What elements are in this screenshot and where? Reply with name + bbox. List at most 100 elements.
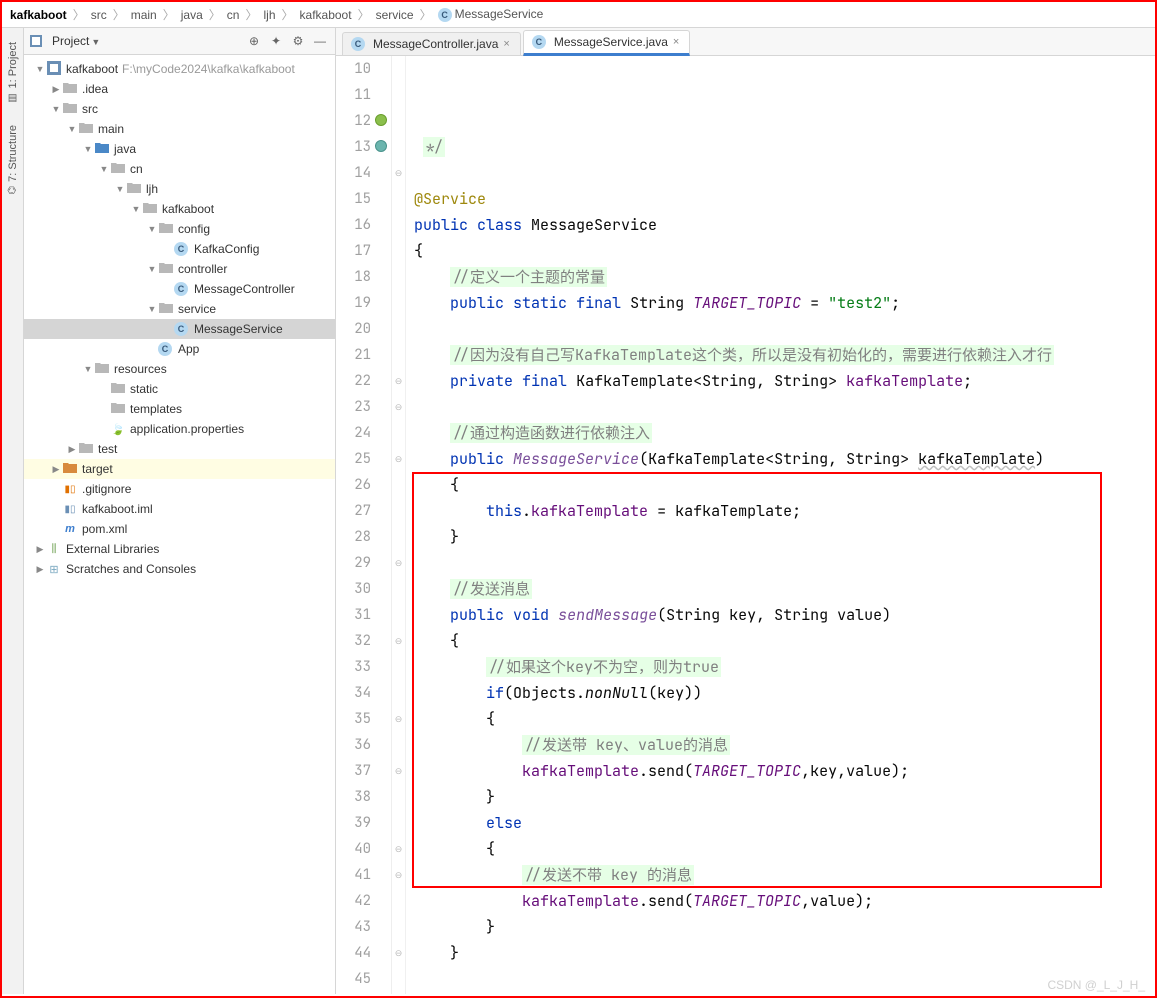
close-icon[interactable]: × — [673, 36, 679, 48]
breadcrumb-item[interactable]: src — [91, 8, 107, 22]
tree-node[interactable]: templates — [24, 399, 335, 419]
tree-node[interactable]: ▼kafkabootF:\myCode2024\kafka\kafkaboot — [24, 59, 335, 79]
class-icon: C — [438, 8, 452, 22]
tree-node[interactable]: ▶⫼ External Libraries — [24, 539, 335, 559]
tree-icon — [78, 122, 94, 136]
tree-label: service — [178, 302, 216, 316]
tree-node[interactable]: ▼main — [24, 119, 335, 139]
tree-node[interactable]: ▼java — [24, 139, 335, 159]
tree-node[interactable]: ▼ controller — [24, 259, 335, 279]
panel-title[interactable]: Project▼ — [52, 34, 100, 48]
class-icon: C — [532, 35, 546, 49]
tree-node[interactable]: ▶ test — [24, 439, 335, 459]
project-panel-header: Project▼ ⊕ ✦ ⚙ — — [24, 28, 335, 55]
tree-node[interactable]: ▼ service — [24, 299, 335, 319]
settings-button[interactable]: ⚙ — [289, 32, 307, 50]
tree-node[interactable]: ▼ kafkaboot — [24, 199, 335, 219]
tree-icon — [110, 162, 126, 176]
tree-node[interactable]: ▶ target — [24, 459, 335, 479]
tab-label: MessageService.java — [554, 35, 668, 49]
tree-node[interactable]: ▶⊞ Scratches and Consoles — [24, 559, 335, 579]
tree-node[interactable]: mpom.xml — [24, 519, 335, 539]
tool-project[interactable]: ▤1: Project — [7, 36, 19, 109]
tree-node[interactable]: CMessageService — [24, 319, 335, 339]
tree-label: MessageService — [194, 322, 283, 336]
breadcrumb-item[interactable]: java — [181, 8, 203, 22]
breadcrumb-item[interactable]: kafkaboot — [300, 8, 352, 22]
tree-node[interactable]: ▮▯.gitignore — [24, 479, 335, 499]
tree-toggle-icon[interactable]: ▼ — [50, 104, 62, 114]
tree-label: MessageController — [194, 282, 295, 296]
line-gutter: 1011121314151617181920212223242526272829… — [336, 56, 392, 994]
editor-tab[interactable]: C MessageService.java × — [523, 30, 691, 56]
tree-toggle-icon[interactable]: ▼ — [66, 124, 78, 134]
tree-toggle-icon[interactable]: ▼ — [130, 204, 142, 214]
tree-label: test — [98, 442, 117, 456]
tree-label: External Libraries — [66, 542, 159, 556]
tree-toggle-icon[interactable]: ▼ — [34, 64, 46, 74]
tree-toggle-icon[interactable]: ▼ — [98, 164, 110, 174]
editor-tabs: CMessageController.java×CMessageService.… — [336, 28, 1155, 56]
tool-strip: ▤1: Project ⌬7: Structure — [2, 28, 24, 994]
tree-toggle-icon[interactable]: ▶ — [50, 464, 62, 475]
breadcrumb-item[interactable]: CMessageService — [438, 7, 544, 22]
tree-node[interactable]: CApp — [24, 339, 335, 359]
tree-node[interactable]: ▶.idea — [24, 79, 335, 99]
editor-tab[interactable]: CMessageController.java× — [342, 32, 521, 55]
tree-node[interactable]: ▮▯kafkaboot.iml — [24, 499, 335, 519]
class-icon: C — [351, 37, 365, 51]
tree-icon — [62, 102, 78, 116]
tree-label: ljh — [146, 182, 158, 196]
tree-toggle-icon[interactable]: ▼ — [146, 224, 158, 234]
tool-structure[interactable]: ⌬7: Structure — [7, 119, 19, 201]
tree-node[interactable]: 🍃application.properties — [24, 419, 335, 439]
tree-icon: C — [174, 242, 190, 256]
breadcrumb: kafkaboot〉src〉main〉java〉cn〉ljh〉kafkaboot… — [2, 2, 1155, 28]
breadcrumb-item[interactable]: cn — [227, 8, 240, 22]
tree-icon: ⫼ — [46, 543, 62, 556]
tree-icon — [126, 182, 142, 196]
fold-gutter[interactable]: ⊖⊖⊖⊖⊖⊖⊖⊖⊖⊖⊖ — [392, 56, 406, 994]
tree-node[interactable]: ▼resources — [24, 359, 335, 379]
tree-icon: C — [174, 282, 190, 296]
tree-toggle-icon[interactable]: ▼ — [82, 144, 94, 154]
tree-label: Scratches and Consoles — [66, 562, 196, 576]
tree-node[interactable]: ▼ cn — [24, 159, 335, 179]
breadcrumb-item[interactable]: main — [131, 8, 157, 22]
project-tree[interactable]: ▼kafkabootF:\myCode2024\kafka\kafkaboot▶… — [24, 55, 335, 994]
tree-label: controller — [178, 262, 227, 276]
tree-icon — [46, 61, 62, 78]
locate-button[interactable]: ⊕ — [245, 32, 263, 50]
tree-toggle-icon[interactable]: ▶ — [50, 84, 62, 95]
breadcrumb-item[interactable]: kafkaboot — [10, 8, 67, 22]
project-panel: Project▼ ⊕ ✦ ⚙ — ▼kafkabootF:\myCode2024… — [24, 28, 336, 994]
watermark: CSDN @_L_J_H_ — [1047, 978, 1145, 992]
tree-toggle-icon[interactable]: ▼ — [146, 264, 158, 274]
tree-toggle-icon[interactable]: ▼ — [82, 364, 94, 374]
tree-toggle-icon[interactable]: ▶ — [66, 444, 78, 455]
tree-label: kafkaboot.iml — [82, 502, 153, 516]
tree-label: application.properties — [130, 422, 244, 436]
tree-label: src — [82, 102, 98, 116]
tree-node[interactable]: CKafkaConfig — [24, 239, 335, 259]
tree-label: cn — [130, 162, 143, 176]
tree-node[interactable]: ▼config — [24, 219, 335, 239]
breadcrumb-item[interactable]: ljh — [263, 8, 275, 22]
tree-node[interactable]: ▼ ljh — [24, 179, 335, 199]
expand-button[interactable]: ✦ — [267, 32, 285, 50]
breadcrumb-item[interactable]: service — [376, 8, 414, 22]
tree-node[interactable]: ▼ src — [24, 99, 335, 119]
tree-toggle-icon[interactable]: ▶ — [34, 564, 46, 575]
tree-toggle-icon[interactable]: ▼ — [114, 184, 126, 194]
tree-toggle-icon[interactable]: ▶ — [34, 544, 46, 555]
close-icon[interactable]: × — [503, 38, 509, 50]
code-editor[interactable]: 1011121314151617181920212223242526272829… — [336, 56, 1155, 994]
tree-node[interactable]: C MessageController — [24, 279, 335, 299]
tree-toggle-icon[interactable]: ▼ — [146, 304, 158, 314]
tree-icon: ⊞ — [46, 563, 62, 576]
hide-button[interactable]: — — [311, 32, 329, 50]
tree-icon — [110, 382, 126, 396]
tree-label: target — [82, 462, 113, 476]
tree-label: kafkaboot — [162, 202, 214, 216]
tree-node[interactable]: static — [24, 379, 335, 399]
